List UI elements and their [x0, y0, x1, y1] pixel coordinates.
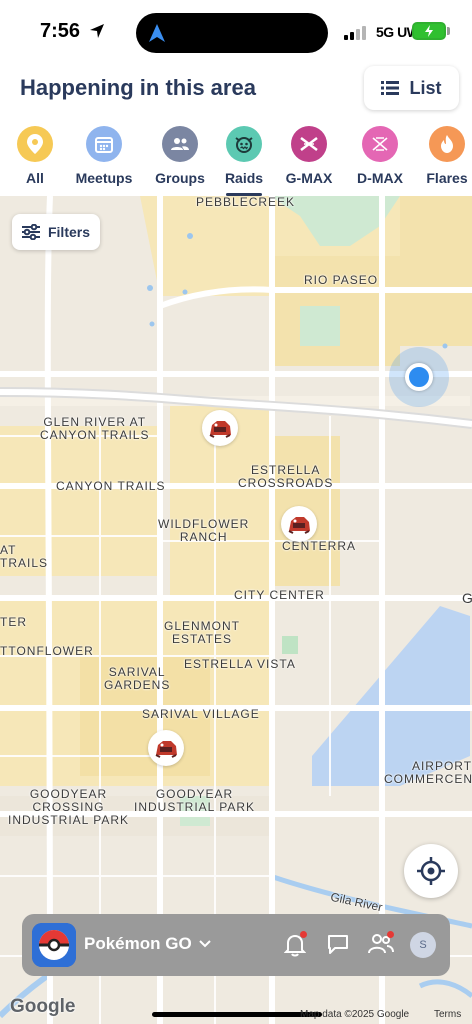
map-label: GOODYEAR INDUSTRIAL PARK — [134, 787, 256, 814]
tab-label: Meetups — [75, 170, 133, 186]
messages-button[interactable] — [327, 933, 353, 959]
map-label: AT TRAILS — [0, 543, 49, 570]
raid-pokemon-icon — [288, 517, 310, 534]
tab-meetups[interactable]: Meetups — [68, 126, 140, 186]
tab-raids[interactable]: Raids — [208, 126, 280, 186]
tab-flares[interactable]: Flares — [411, 126, 472, 186]
friends-button[interactable] — [368, 931, 394, 959]
user-location-dot — [405, 363, 433, 391]
map-label: TER — [0, 615, 27, 629]
chat-icon — [328, 935, 348, 954]
tab-label: Flares — [426, 170, 468, 186]
map-attribution: Map data ©2025 Google — [300, 1009, 410, 1020]
filters-button[interactable]: Filters — [12, 214, 100, 250]
raid-pin[interactable] — [281, 506, 317, 542]
list-button-label: List — [409, 77, 442, 98]
tab-label: Groups — [155, 170, 205, 186]
dmax-icon — [362, 126, 398, 162]
list-view-button[interactable]: List — [364, 66, 459, 110]
recenter-button[interactable] — [404, 844, 458, 898]
filters-label: Filters — [47, 224, 90, 240]
notification-dot — [300, 931, 307, 938]
pokemon-go-app-icon[interactable] — [32, 923, 76, 967]
terms-link[interactable]: Terms — [434, 1009, 461, 1020]
dynamic-island — [136, 13, 328, 53]
people-icon — [162, 126, 198, 162]
gmax-icon — [291, 126, 327, 162]
tab-groups[interactable]: Groups — [144, 126, 216, 186]
list-icon — [381, 81, 400, 95]
map-label: SARIVAL VILLAGE — [142, 707, 260, 721]
bottom-app-bar: Pokémon GO S — [22, 914, 450, 976]
home-indicator — [152, 1012, 322, 1017]
map-label: SARIVAL GARDENS — [104, 665, 171, 692]
page-title: Happening in this area — [20, 75, 256, 100]
battery-icon — [412, 22, 446, 40]
raid-face-icon — [226, 126, 262, 162]
category-tabs: All Meetups Groups Raids G-MAX D-MAX Fla… — [0, 118, 472, 196]
crosshair-icon — [417, 857, 445, 885]
map-label: GLENMONT ESTATES — [164, 619, 241, 646]
map-label: PEBBLECREEK — [196, 196, 296, 209]
raid-pokemon-icon — [155, 741, 177, 758]
signal-icon — [344, 24, 368, 40]
tab-label: D-MAX — [357, 170, 403, 186]
tab-dmax[interactable]: D-MAX — [344, 126, 416, 186]
map-label: TTONFLOWER — [0, 644, 94, 658]
notification-dot — [387, 931, 394, 938]
map-label: GOODYEAR CROSSING INDUSTRIAL PARK — [8, 787, 130, 827]
status-bar: 7:56 5G UW — [0, 0, 472, 62]
battery-tip — [447, 27, 450, 35]
tab-label: G-MAX — [285, 170, 333, 186]
location-arrow-icon — [90, 24, 104, 38]
app-switcher[interactable]: Pokémon GO — [84, 934, 212, 954]
map-base — [0, 196, 472, 1024]
avatar[interactable]: S — [410, 932, 436, 958]
map-label: ESTRELLA VISTA — [184, 657, 296, 671]
flame-icon — [429, 126, 465, 162]
tab-all[interactable]: All — [0, 126, 71, 186]
tab-gmax[interactable]: G-MAX — [273, 126, 345, 186]
header: Happening in this area List — [0, 62, 472, 118]
map-label: GLEN RIVER AT CANYON TRAILS — [40, 415, 150, 442]
map-label: CANYON TRAILS — [56, 479, 166, 493]
raid-pin[interactable] — [202, 410, 238, 446]
google-logo: Google — [10, 996, 76, 1017]
app-name: Pokémon GO — [84, 934, 192, 953]
map-label: WILDFLOWER RANCH — [158, 517, 250, 544]
map-label: RIO PASEO — [304, 273, 379, 287]
map-label: CITY CENTER — [234, 588, 325, 602]
map-label: G — [462, 590, 472, 606]
pin-icon — [17, 126, 53, 162]
map-label: CENTERRA — [282, 539, 357, 553]
notifications-button[interactable] — [283, 931, 310, 959]
tab-label: All — [26, 170, 44, 186]
sliders-icon — [21, 224, 40, 240]
map-label: ESTRELLA CROSSROADS — [238, 463, 334, 490]
tab-label: Raids — [224, 170, 264, 186]
chevron-down-icon — [198, 940, 211, 948]
map-view[interactable]: PEBBLECREEK RIO PASEO GLEN RIVER AT CANY… — [0, 196, 472, 1024]
navigation-arrow-icon — [149, 24, 165, 42]
raid-pin[interactable] — [148, 730, 184, 766]
calendar-icon — [86, 126, 122, 162]
status-time: 7:56 — [40, 20, 81, 42]
raid-pokemon-icon — [209, 421, 231, 438]
map-label: AIRPORT COMMERCENTER — [384, 759, 472, 786]
